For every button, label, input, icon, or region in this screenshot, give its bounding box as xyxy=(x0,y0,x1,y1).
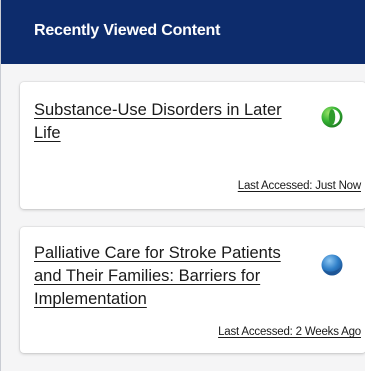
content-title-link[interactable]: Palliative Care for Stroke Patients and … xyxy=(34,242,309,311)
panel-header: Recently Viewed Content xyxy=(1,0,365,64)
recently-viewed-list: Substance-Use Disorders in Later Life La… xyxy=(1,64,365,371)
panel-title: Recently Viewed Content xyxy=(34,22,221,39)
content-card: Substance-Use Disorders in Later Life La… xyxy=(20,82,365,209)
progress-partial-green-icon xyxy=(320,105,344,129)
content-title-link[interactable]: Substance-Use Disorders in Later Life xyxy=(34,99,309,145)
last-accessed-link[interactable]: Last Accessed: Just Now xyxy=(238,180,361,192)
progress-blue-icon xyxy=(320,253,344,277)
recently-viewed-panel: Recently Viewed Content Substance-Use Di… xyxy=(0,0,365,371)
content-card: Palliative Care for Stroke Patients and … xyxy=(20,227,365,353)
last-accessed-link[interactable]: Last Accessed: 2 Weeks Ago xyxy=(218,326,361,338)
